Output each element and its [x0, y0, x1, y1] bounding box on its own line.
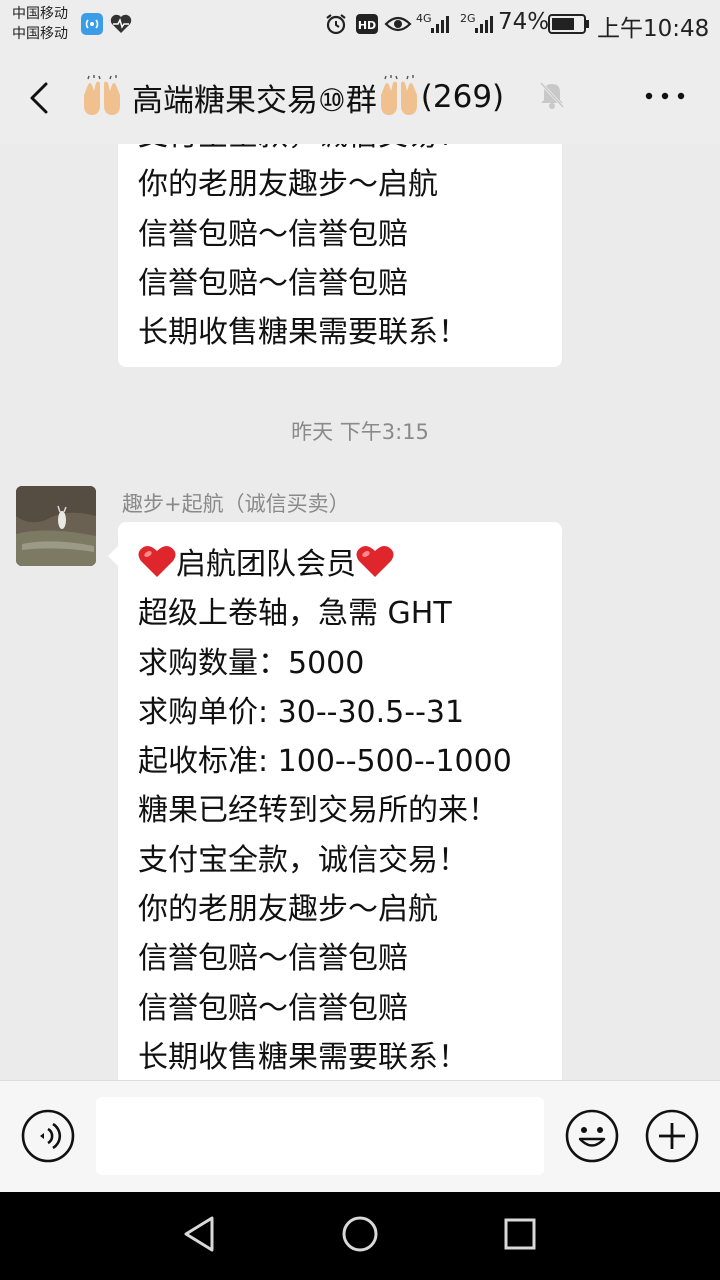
health-heart-icon: [110, 14, 132, 34]
message-line: 支付宝全款，诚信交易！: [138, 144, 542, 160]
red-heart-emoji: [138, 545, 176, 577]
member-count: (269): [420, 79, 505, 115]
bubble-tail: [108, 546, 118, 566]
avatar[interactable]: [16, 486, 96, 566]
chat-title-text: 高端糖果交易⑩群: [132, 82, 377, 119]
sender-name: 趣步+起航（诚信买卖）: [122, 492, 350, 516]
wifi-hotspot-icon: [81, 13, 103, 35]
message-header-text: 启航团队会员: [176, 547, 356, 582]
system-navigation-bar: [0, 1192, 720, 1280]
raising-hands-emoji: [84, 75, 120, 115]
signal-icon: [475, 16, 493, 33]
message-line: 你的老朋友趣步～启航: [138, 167, 438, 203]
message-line: 信誉包赔～信誉包赔: [138, 216, 408, 252]
clock: 上午10:48: [597, 16, 710, 42]
raising-hands-emoji: [380, 75, 417, 115]
svg-text:HD: HD: [358, 19, 376, 32]
status-bar: 中国移动 中国移动 HD 4G 2G 74% 上午10:48: [0, 0, 720, 50]
plus-icon[interactable]: [644, 1108, 700, 1164]
hd-icon: HD: [356, 14, 378, 34]
carrier-2: 中国移动: [12, 26, 68, 42]
message-timestamp: 昨天 下午3:15: [291, 420, 429, 444]
battery-percent: 74%: [498, 9, 550, 35]
message-line: 信誉包赔～信誉包赔: [138, 990, 408, 1026]
nav-back-icon[interactable]: [182, 1214, 218, 1254]
message-line: 起收标准: 100--500--1000: [138, 744, 512, 780]
carrier-labels: 中国移动 中国移动: [12, 4, 68, 44]
input-bar: [0, 1080, 720, 1193]
message-line: 长期收售糖果需要联系！: [138, 315, 468, 351]
chat-title[interactable]: 高端糖果交易⑩群 (269): [80, 72, 504, 122]
chat-header: 高端糖果交易⑩群 (269): [0, 50, 720, 144]
message-line: 信誉包赔～信誉包赔: [138, 941, 408, 977]
message-line: 超级上卷轴，急需 GHT: [138, 596, 452, 632]
battery-icon: [548, 14, 589, 34]
message-line: 求购数量：5000: [138, 645, 365, 681]
emoji-icon[interactable]: [564, 1108, 620, 1164]
nav-recents-icon[interactable]: [502, 1214, 538, 1254]
alarm-icon: [326, 14, 346, 35]
more-button[interactable]: [630, 76, 700, 116]
message-bubble[interactable]: 启航团队会员 超级上卷轴，急需 GHT 求购数量：5000 求购单价: 30--…: [108, 522, 562, 1080]
message-header-line: 启航团队会员: [138, 540, 542, 589]
message-line: 糖果已经转到交易所的来！: [138, 793, 498, 829]
message-line: 支付宝全款，诚信交易！: [138, 842, 468, 878]
mute-icon: [539, 81, 565, 109]
back-button[interactable]: [16, 74, 64, 122]
message-input[interactable]: [96, 1097, 544, 1175]
more-icon: [645, 92, 685, 100]
back-icon: [30, 82, 48, 114]
signal-icon: [431, 16, 449, 33]
message-line: 信誉包赔～信誉包赔: [138, 265, 408, 301]
nav-home-icon[interactable]: [340, 1214, 380, 1254]
chat-message-list[interactable]: 支付宝全款，诚信交易！ 你的老朋友趣步～启航 信誉包赔～信誉包赔 信誉包赔～信誉…: [0, 144, 720, 1080]
message-line: 长期收售糖果需要联系！: [138, 1039, 468, 1075]
red-heart-emoji: [356, 545, 394, 577]
voice-icon[interactable]: [20, 1108, 76, 1164]
carrier-1: 中国移动: [12, 6, 68, 22]
message-line: 求购单价: 30--30.5--31: [138, 694, 465, 730]
message-bubble[interactable]: 支付宝全款，诚信交易！ 你的老朋友趣步～启航 信誉包赔～信誉包赔 信誉包赔～信誉…: [118, 144, 562, 368]
eye-icon: [384, 16, 412, 32]
message-line: 你的老朋友趣步～启航: [138, 892, 438, 928]
avatar-image: [16, 486, 96, 566]
